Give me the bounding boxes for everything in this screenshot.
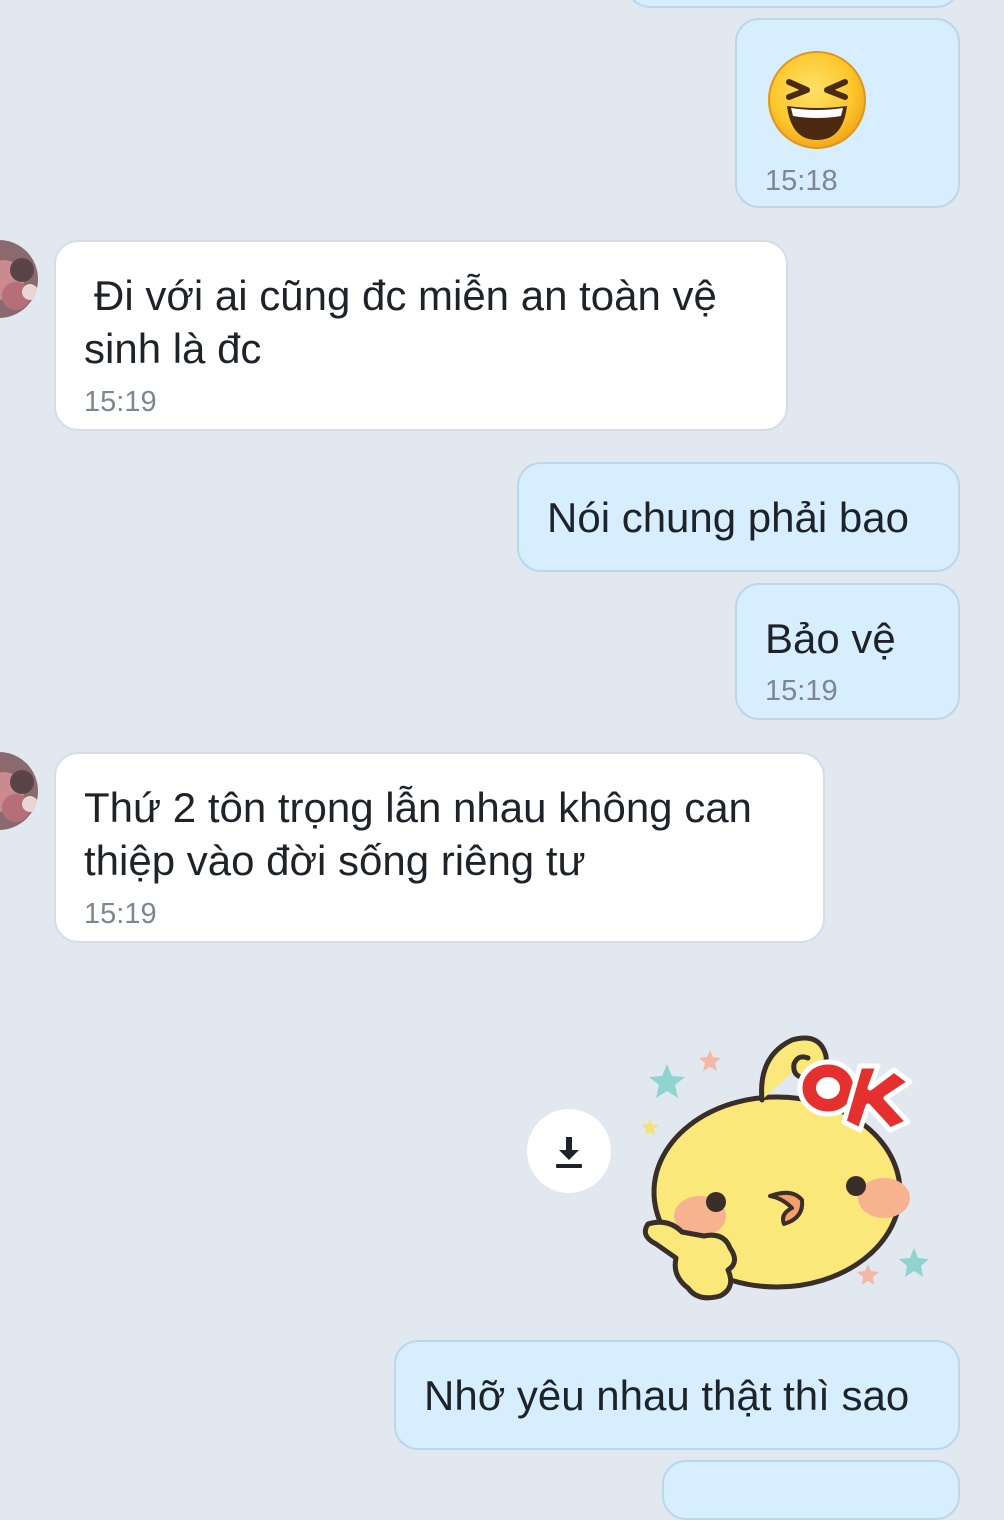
star-decoration: [857, 1264, 879, 1285]
ok-chick-sticker[interactable]: [632, 1026, 962, 1306]
message-text-line-2: thiệp vào đời sống riêng tư: [84, 837, 586, 884]
avatar-photo: [0, 240, 38, 318]
message-time: 15:18: [765, 165, 838, 197]
message-text: Nói chung phải bao: [547, 494, 909, 541]
message-bubble-outgoing[interactable]: Nói chung phải bao: [517, 462, 960, 572]
message-time: 15:19: [84, 386, 157, 418]
message-time: 15:19: [84, 898, 157, 930]
message-time: 15:19: [765, 675, 838, 707]
download-icon: [556, 1137, 582, 1168]
message-text: Nhỡ yêu nhau thật thì sao: [424, 1372, 910, 1419]
message-text: Bảo vệ: [765, 615, 896, 662]
message-bubble-partial-top: [626, 0, 960, 8]
laughing-squint-emoji: [768, 51, 866, 149]
star-decoration: [649, 1064, 685, 1098]
contact-avatar[interactable]: [0, 752, 38, 830]
message-bubble-incoming[interactable]: Đi với ai cũng đc miễn an toàn vệ sinh l…: [54, 240, 788, 431]
message-text-line-1: Thứ 2 tôn trọng lẫn nhau không can: [84, 784, 752, 831]
star-decoration: [641, 1118, 659, 1136]
message-bubble-incoming[interactable]: Thứ 2 tôn trọng lẫn nhau không can thiệp…: [54, 752, 825, 943]
message-text-line-1: Đi với ai cũng đc miễn an toàn vệ: [94, 272, 717, 319]
chick-eye: [706, 1192, 726, 1212]
message-text-line-2: sinh là đc: [84, 325, 262, 372]
message-bubble-outgoing[interactable]: Nhỡ yêu nhau thật thì sao: [394, 1340, 960, 1450]
star-decoration: [899, 1248, 929, 1277]
message-bubble-emoji[interactable]: 15:18: [735, 18, 960, 208]
message-bubble-outgoing[interactable]: Bảo vệ 15:19: [735, 583, 960, 720]
chick-eye: [846, 1176, 866, 1196]
message-bubble-partial-bottom: [662, 1460, 960, 1520]
chick-cheek: [858, 1178, 910, 1218]
star-decoration: [699, 1050, 721, 1071]
avatar-photo: [0, 752, 38, 830]
contact-avatar[interactable]: [0, 240, 38, 318]
download-button[interactable]: [526, 1108, 612, 1194]
